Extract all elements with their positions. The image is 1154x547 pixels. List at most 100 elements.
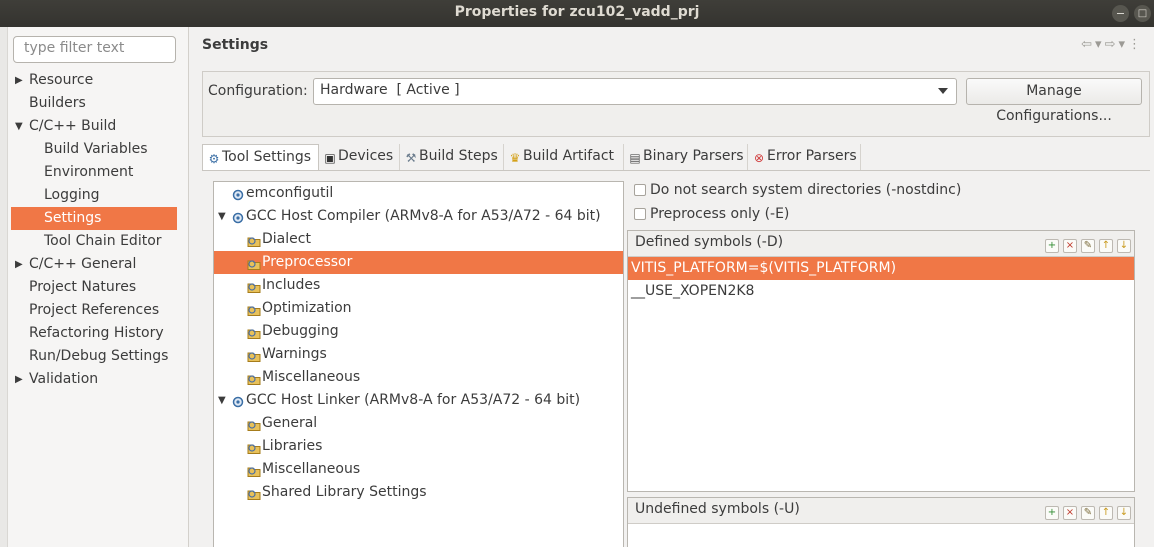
tool-tree-label: Miscellaneous [262,369,361,385]
tool-tree-label: Shared Library Settings [262,484,427,500]
tool-tree-item-warnings[interactable]: Warnings [214,343,623,366]
option-category-icon [247,279,261,293]
nav-item-build-variables[interactable]: Build Variables [11,138,177,161]
binary-parsers-icon: ▤ [629,151,641,165]
move-up-icon[interactable]: ↑ [1099,506,1113,520]
list-item[interactable]: __USE_XOPEN2K8 [628,280,1134,303]
nav-item-refactoring-history[interactable]: Refactoring History [11,322,177,345]
move-down-icon[interactable]: ↓ [1117,506,1131,520]
manage-configurations-button[interactable]: Manage Configurations... [966,78,1142,124]
tool-tree-label: Debugging [262,323,339,339]
tool-icon [231,394,245,408]
preprocess-only-checkbox[interactable]: Preprocess only (-E) [634,204,954,224]
nav-item-label: Logging [44,187,100,203]
expand-right-icon[interactable]: ▶ [15,253,23,276]
nav-item-c-c-build[interactable]: ▼ C/C++ Build [11,115,177,138]
nav-item-builders[interactable]: Builders [11,92,177,115]
defined-symbols-list: Defined symbols (-D) + × ✎ ↑ ↓ VITIS_PLATFOR… [627,230,1135,492]
back-arrow-icon[interactable]: ⇦▾ [1081,37,1104,52]
edit-icon[interactable]: ✎ [1081,239,1095,253]
property-nav-tree: ▶ Resource Builders ▼ C/C++ Build Build Varia… [11,69,177,391]
title-bar: Properties for zcu102_vadd_prj □ [0,0,1154,27]
nav-item-label: C/C++ General [29,256,137,272]
forward-arrow-icon[interactable]: ⇨▾ [1105,37,1128,52]
tab-label: Build Artifact [523,148,614,164]
tab-label: Tool Settings [222,149,312,165]
expand-right-icon[interactable]: ▶ [15,368,23,391]
tool-tree-item-gcc-host-compiler-armv8-a-for-a53-a72-64-bit[interactable]: ▼ GCC Host Compiler (ARMv8-A for A53/A72 … [214,205,623,228]
add-icon[interactable]: + [1045,239,1059,253]
option-category-icon [247,256,261,270]
configuration-select[interactable]: Hardware [ Active ] [313,78,957,105]
tab-build-artifact[interactable]: ♛ Build Artifact [504,144,624,170]
nostdinc-checkbox[interactable]: Do not search system directories (-nostd… [634,180,961,200]
build-artifact-icon: ♛ [509,151,521,165]
nav-item-logging[interactable]: Logging [11,184,177,207]
devices-icon: ▣ [324,151,336,165]
tool-tree-item-miscellaneous[interactable]: Miscellaneous [214,458,623,481]
nav-item-label: Run/Debug Settings [29,348,169,364]
nav-item-environment[interactable]: Environment [11,161,177,184]
tool-tree-item-dialect[interactable]: Dialect [214,228,623,251]
nav-item-project-natures[interactable]: Project Natures [11,276,177,299]
expand-down-icon[interactable]: ▼ [218,389,226,412]
error-parsers-icon: ⊗ [753,151,765,165]
tool-tree-item-optimization[interactable]: Optimization [214,297,623,320]
view-menu-icon[interactable]: ⋮ [1128,37,1144,52]
expand-down-icon[interactable]: ▼ [15,115,23,138]
nav-item-tool-chain-editor[interactable]: Tool Chain Editor [11,230,177,253]
nav-item-label: Refactoring History [29,325,164,341]
option-category-icon [247,325,261,339]
nav-item-project-references[interactable]: Project References [11,299,177,322]
tab-binary-parsers[interactable]: ▤ Binary Parsers [624,144,748,170]
tool-settings-tree: emconfigutil ▼ GCC Host Compiler (ARMv8-A … [213,181,624,547]
tool-tree-item-gcc-host-linker-armv8-a-for-a53-a72-64-bit[interactable]: ▼ GCC Host Linker (ARMv8-A for A53/A72 - … [214,389,623,412]
tab-tool-settings[interactable]: ⚙ Tool Settings [202,144,319,171]
tab-label: Error Parsers [767,148,857,164]
tool-tree-item-general[interactable]: General [214,412,623,435]
list-item[interactable]: VITIS_PLATFORM=$(VITIS_PLATFORM) [628,257,1134,280]
move-down-icon[interactable]: ↓ [1117,239,1131,253]
tool-tree-item-preprocessor[interactable]: Preprocessor [214,251,623,274]
delete-icon[interactable]: × [1063,239,1077,253]
preprocess-only-label: Preprocess only (-E) [650,206,790,222]
tool-tree-item-emconfigutil[interactable]: emconfigutil [214,182,623,205]
maximize-button[interactable]: □ [1134,5,1151,22]
nostdinc-label: Do not search system directories (-nostd… [650,182,962,198]
tool-tree-label: GCC Host Linker (ARMv8-A for A53/A72 - 6… [246,392,581,408]
nav-item-validation[interactable]: ▶ Validation [11,368,177,391]
option-category-icon [247,440,261,454]
tool-tree-item-includes[interactable]: Includes [214,274,623,297]
filter-input[interactable]: type filter text [13,36,176,63]
checkbox-box[interactable] [634,184,646,196]
tab-build-steps[interactable]: ⚒ Build Steps [400,144,504,170]
nav-item-label: Environment [44,164,134,180]
tool-tree-item-libraries[interactable]: Libraries [214,435,623,458]
tab-error-parsers[interactable]: ⊗ Error Parsers [748,144,861,170]
tool-tree-item-miscellaneous[interactable]: Miscellaneous [214,366,623,389]
checkbox-box[interactable] [634,208,646,220]
tool-tree-item-debugging[interactable]: Debugging [214,320,623,343]
add-icon[interactable]: + [1045,506,1059,520]
tool-settings-panel: emconfigutil ▼ GCC Host Compiler (ARMv8-A … [202,170,1150,547]
defined-symbols-rows: VITIS_PLATFORM=$(VITIS_PLATFORM) __USE_XO… [628,257,1134,303]
move-up-icon[interactable]: ↑ [1099,239,1113,253]
nav-item-settings[interactable]: Settings [11,207,177,230]
configuration-label: Configuration: [208,83,308,99]
expand-down-icon[interactable]: ▼ [218,205,226,228]
edit-icon[interactable]: ✎ [1081,506,1095,520]
expand-right-icon[interactable]: ▶ [15,69,23,92]
tab-label: Build Steps [419,148,498,164]
nav-item-c-c-general[interactable]: ▶ C/C++ General [11,253,177,276]
tool-tree-label: Includes [262,277,321,293]
option-category-icon [247,371,261,385]
defined-symbols-title: Defined symbols (-D) [635,234,784,250]
nav-item-label: Build Variables [44,141,148,157]
background-window-edge [0,27,8,547]
minimize-button[interactable] [1112,5,1129,22]
tool-tree-item-shared-library-settings[interactable]: Shared Library Settings [214,481,623,504]
nav-item-run-debug-settings[interactable]: Run/Debug Settings [11,345,177,368]
delete-icon[interactable]: × [1063,506,1077,520]
tab-devices[interactable]: ▣ Devices [319,144,400,170]
nav-item-resource[interactable]: ▶ Resource [11,69,177,92]
